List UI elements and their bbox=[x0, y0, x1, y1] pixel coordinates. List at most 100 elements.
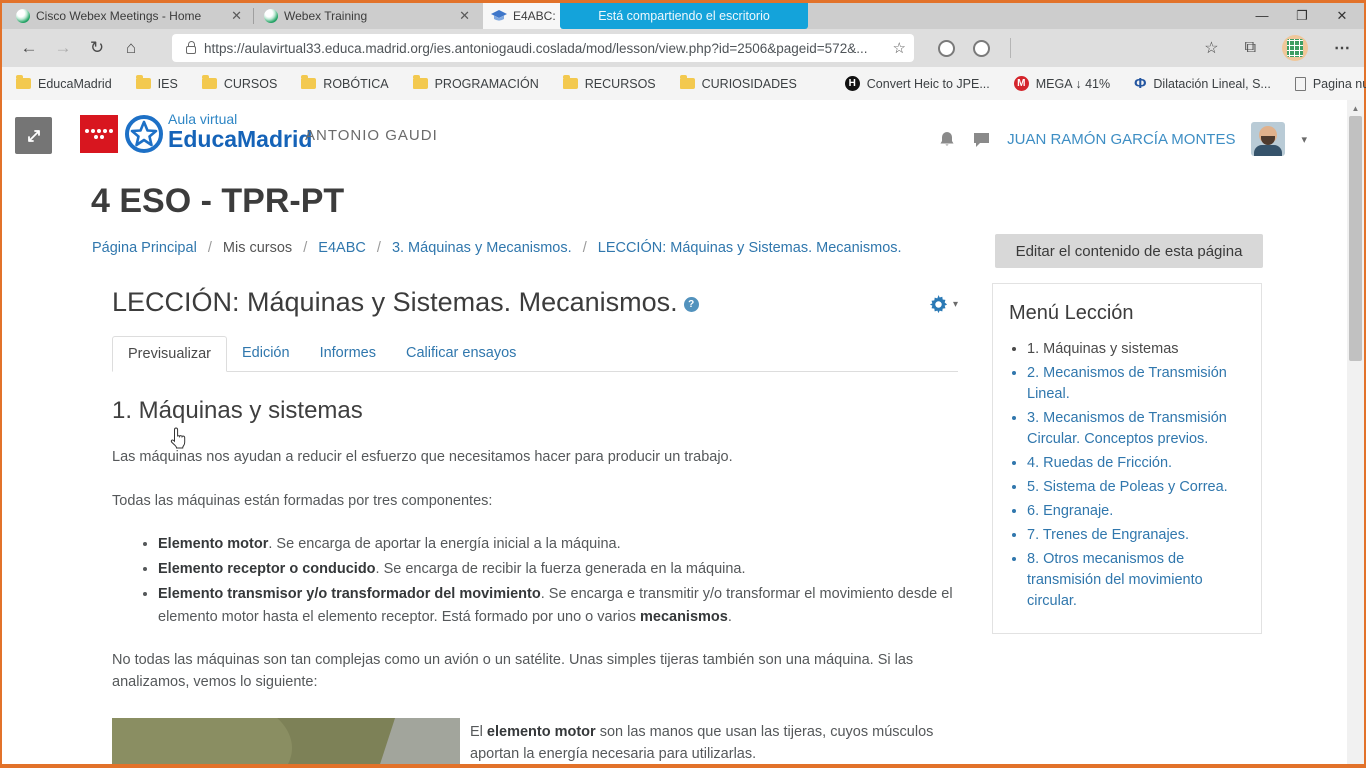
list-item: Elemento motor. Se encarga de aportar la… bbox=[158, 533, 958, 555]
educamadrid-wordmark[interactable]: Aula virtual EducaMadrid bbox=[168, 112, 312, 151]
lesson-menu-card: Menú Lección 1. Máquinas y sistemas 2. M… bbox=[992, 283, 1262, 635]
webex-sharing-frame: Cisco Webex Meetings - Home ✕ Webex Trai… bbox=[0, 0, 1366, 768]
phi-icon: Φ bbox=[1134, 75, 1147, 92]
tab-informes[interactable]: Informes bbox=[305, 336, 391, 371]
tab-previsualizar[interactable]: Previsualizar bbox=[112, 336, 227, 372]
moodle-cap-icon bbox=[491, 10, 507, 21]
bookmark-folder[interactable]: RECURSOS bbox=[562, 75, 656, 91]
bookmark-folder[interactable]: CURIOSIDADES bbox=[679, 75, 797, 91]
current-user-name[interactable]: JUAN RAMÓN GARCÍA MONTES bbox=[1007, 131, 1235, 148]
user-menu-caret-icon[interactable]: ▾ bbox=[1301, 133, 1307, 146]
fullscreen-toggle-button[interactable] bbox=[15, 117, 52, 154]
favorites-bar-icon[interactable]: ☆ bbox=[1204, 38, 1218, 58]
bookmarks-bar: EducaMadrid IES CURSOS ROBÓTICA PROGRAMA… bbox=[2, 67, 1366, 100]
tab-webex-meetings[interactable]: Cisco Webex Meetings - Home ✕ bbox=[8, 3, 254, 29]
site-header: Aula virtual EducaMadrid ANTONIO GAUDI J… bbox=[2, 112, 1347, 172]
page-icon bbox=[1294, 76, 1306, 91]
window-controls: — ❐ ✕ bbox=[1242, 3, 1362, 29]
menu-item-5[interactable]: 5. Sistema de Poleas y Correa. bbox=[1027, 477, 1245, 498]
lesson-title: LECCIÓN: Máquinas y Sistemas. Mecanismos… bbox=[112, 287, 678, 317]
lesson-content: LECCIÓN: Máquinas y Sistemas. Mecanismos… bbox=[112, 287, 958, 764]
edit-page-button[interactable]: Editar el contenido de esta página bbox=[995, 234, 1263, 268]
more-menu-icon[interactable]: ⋯ bbox=[1334, 38, 1350, 58]
list-item: Elemento transmisor y/o transformador de… bbox=[158, 583, 958, 628]
menu-item-1[interactable]: 1. Máquinas y sistemas bbox=[1027, 339, 1245, 360]
madrid-flag-logo bbox=[80, 115, 118, 153]
notifications-bell-icon[interactable] bbox=[938, 130, 956, 148]
browser-toolbar: ← → ↻ ⌂ https://aulavirtual33.educa.madr… bbox=[2, 29, 1364, 67]
gear-caret-icon: ▾ bbox=[952, 299, 958, 310]
menu-item-3[interactable]: 3. Mecanismos de Transmisión Circular. C… bbox=[1027, 408, 1245, 450]
lock-icon bbox=[186, 40, 196, 54]
list-item: Elemento receptor o conducido. Se encarg… bbox=[158, 558, 958, 580]
menu-item-6[interactable]: 6. Engranaje. bbox=[1027, 501, 1245, 522]
back-icon[interactable]: ← bbox=[12, 38, 46, 58]
menu-item-4[interactable]: 4. Ruedas de Fricción. bbox=[1027, 453, 1245, 474]
scrollbar-thumb[interactable] bbox=[1349, 116, 1362, 361]
folder-icon bbox=[201, 75, 217, 89]
breadcrumb-section[interactable]: 3. Máquinas y Mecanismos. bbox=[392, 240, 572, 256]
scroll-up-icon[interactable]: ▲ bbox=[1347, 100, 1364, 113]
folder-icon bbox=[412, 75, 428, 89]
bookmark-folder[interactable]: CURSOS bbox=[201, 75, 277, 91]
folder-icon bbox=[679, 75, 695, 89]
mega-icon: M bbox=[1013, 76, 1029, 91]
bookmark-link[interactable]: M MEGA ↓ 41% bbox=[1013, 76, 1110, 91]
avatar[interactable] bbox=[1251, 122, 1286, 156]
menu-item-8[interactable]: 8. Otros mecanismos de transmisión del m… bbox=[1027, 549, 1245, 612]
bookmark-folder[interactable]: IES bbox=[135, 75, 178, 91]
figure-caption: El elemento motor son las manos que usan… bbox=[470, 723, 934, 762]
tab-label: Cisco Webex Meetings - Home bbox=[36, 9, 202, 23]
lesson-tabs: Previsualizar Edición Informes Calificar… bbox=[112, 336, 958, 372]
breadcrumb: Página Principal / Mis cursos / E4ABC / … bbox=[92, 240, 902, 256]
home-icon[interactable]: ⌂ bbox=[114, 38, 148, 58]
tab-label: Webex Training bbox=[284, 9, 368, 23]
menu-item-2[interactable]: 2. Mecanismos de Transmisión Lineal. bbox=[1027, 363, 1245, 405]
scissors-photo bbox=[112, 717, 460, 764]
folder-icon bbox=[562, 75, 578, 89]
browser-tab-strip: Cisco Webex Meetings - Home ✕ Webex Trai… bbox=[2, 3, 1364, 29]
tab-calificar-ensayos[interactable]: Calificar ensayos bbox=[391, 336, 531, 371]
bookmark-link[interactable]: H Convert Heic to JPE... bbox=[844, 76, 990, 91]
toolbar-divider bbox=[1010, 38, 1011, 58]
breadcrumb-lesson[interactable]: LECCIÓN: Máquinas y Sistemas. Mecanismos… bbox=[598, 240, 902, 256]
bookmark-link[interactable]: Φ Dilatación Lineal, S... bbox=[1134, 75, 1271, 92]
webex-tab-icon bbox=[16, 9, 30, 23]
menu-item-7[interactable]: 7. Trenes de Engranajes. bbox=[1027, 525, 1245, 546]
settings-menu[interactable]: ▾ bbox=[929, 287, 958, 314]
bookmark-folder[interactable]: ROBÓTICA bbox=[301, 75, 389, 91]
bookmark-link[interactable]: Pagina nueva 1 bbox=[1294, 76, 1366, 91]
add-favorite-icon[interactable]: ☆ bbox=[893, 39, 906, 57]
tab-webex-training[interactable]: Webex Training ✕ bbox=[256, 3, 482, 29]
messages-icon[interactable] bbox=[972, 131, 991, 148]
scrollbar[interactable]: ▲ bbox=[1347, 100, 1364, 764]
webex-extension-icon[interactable] bbox=[973, 39, 990, 57]
help-icon[interactable]: ? bbox=[683, 297, 699, 312]
close-window-button[interactable]: ✕ bbox=[1322, 3, 1362, 29]
bookmark-folder[interactable]: PROGRAMACIÓN bbox=[412, 75, 539, 91]
tab-edicion[interactable]: Edición bbox=[227, 336, 305, 371]
collections-icon[interactable]: ⧉ bbox=[1245, 39, 1256, 57]
minimize-button[interactable]: — bbox=[1242, 3, 1282, 29]
folder-icon bbox=[301, 75, 317, 89]
breadcrumb-course[interactable]: E4ABC bbox=[318, 240, 366, 256]
webex-extension-icon[interactable] bbox=[938, 39, 955, 57]
calculator-extension-icon[interactable] bbox=[1282, 35, 1308, 61]
breadcrumb-my-courses: Mis cursos bbox=[222, 240, 293, 256]
breadcrumb-home[interactable]: Página Principal bbox=[92, 240, 197, 256]
refresh-icon[interactable]: ↻ bbox=[80, 38, 114, 58]
educamadrid-logo[interactable] bbox=[122, 112, 166, 156]
sharing-banner: Está compartiendo el escritorio bbox=[560, 3, 808, 29]
folder-icon bbox=[135, 75, 151, 89]
close-tab-icon[interactable]: ✕ bbox=[455, 8, 474, 24]
paragraph: Todas las máquinas están formadas por tr… bbox=[112, 492, 493, 509]
bookmark-folder[interactable]: EducaMadrid bbox=[16, 75, 112, 91]
address-bar[interactable]: https://aulavirtual33.educa.madrid.org/i… bbox=[172, 34, 914, 62]
maximize-button[interactable]: ❐ bbox=[1282, 3, 1322, 29]
close-tab-icon[interactable]: ✕ bbox=[227, 8, 246, 24]
url-text[interactable]: https://aulavirtual33.educa.madrid.org/i… bbox=[204, 41, 887, 56]
section-title: 1. Máquinas y sistemas bbox=[112, 397, 363, 424]
forward-icon: → bbox=[54, 38, 72, 57]
heic-converter-icon: H bbox=[844, 76, 860, 91]
gear-icon bbox=[929, 295, 948, 314]
